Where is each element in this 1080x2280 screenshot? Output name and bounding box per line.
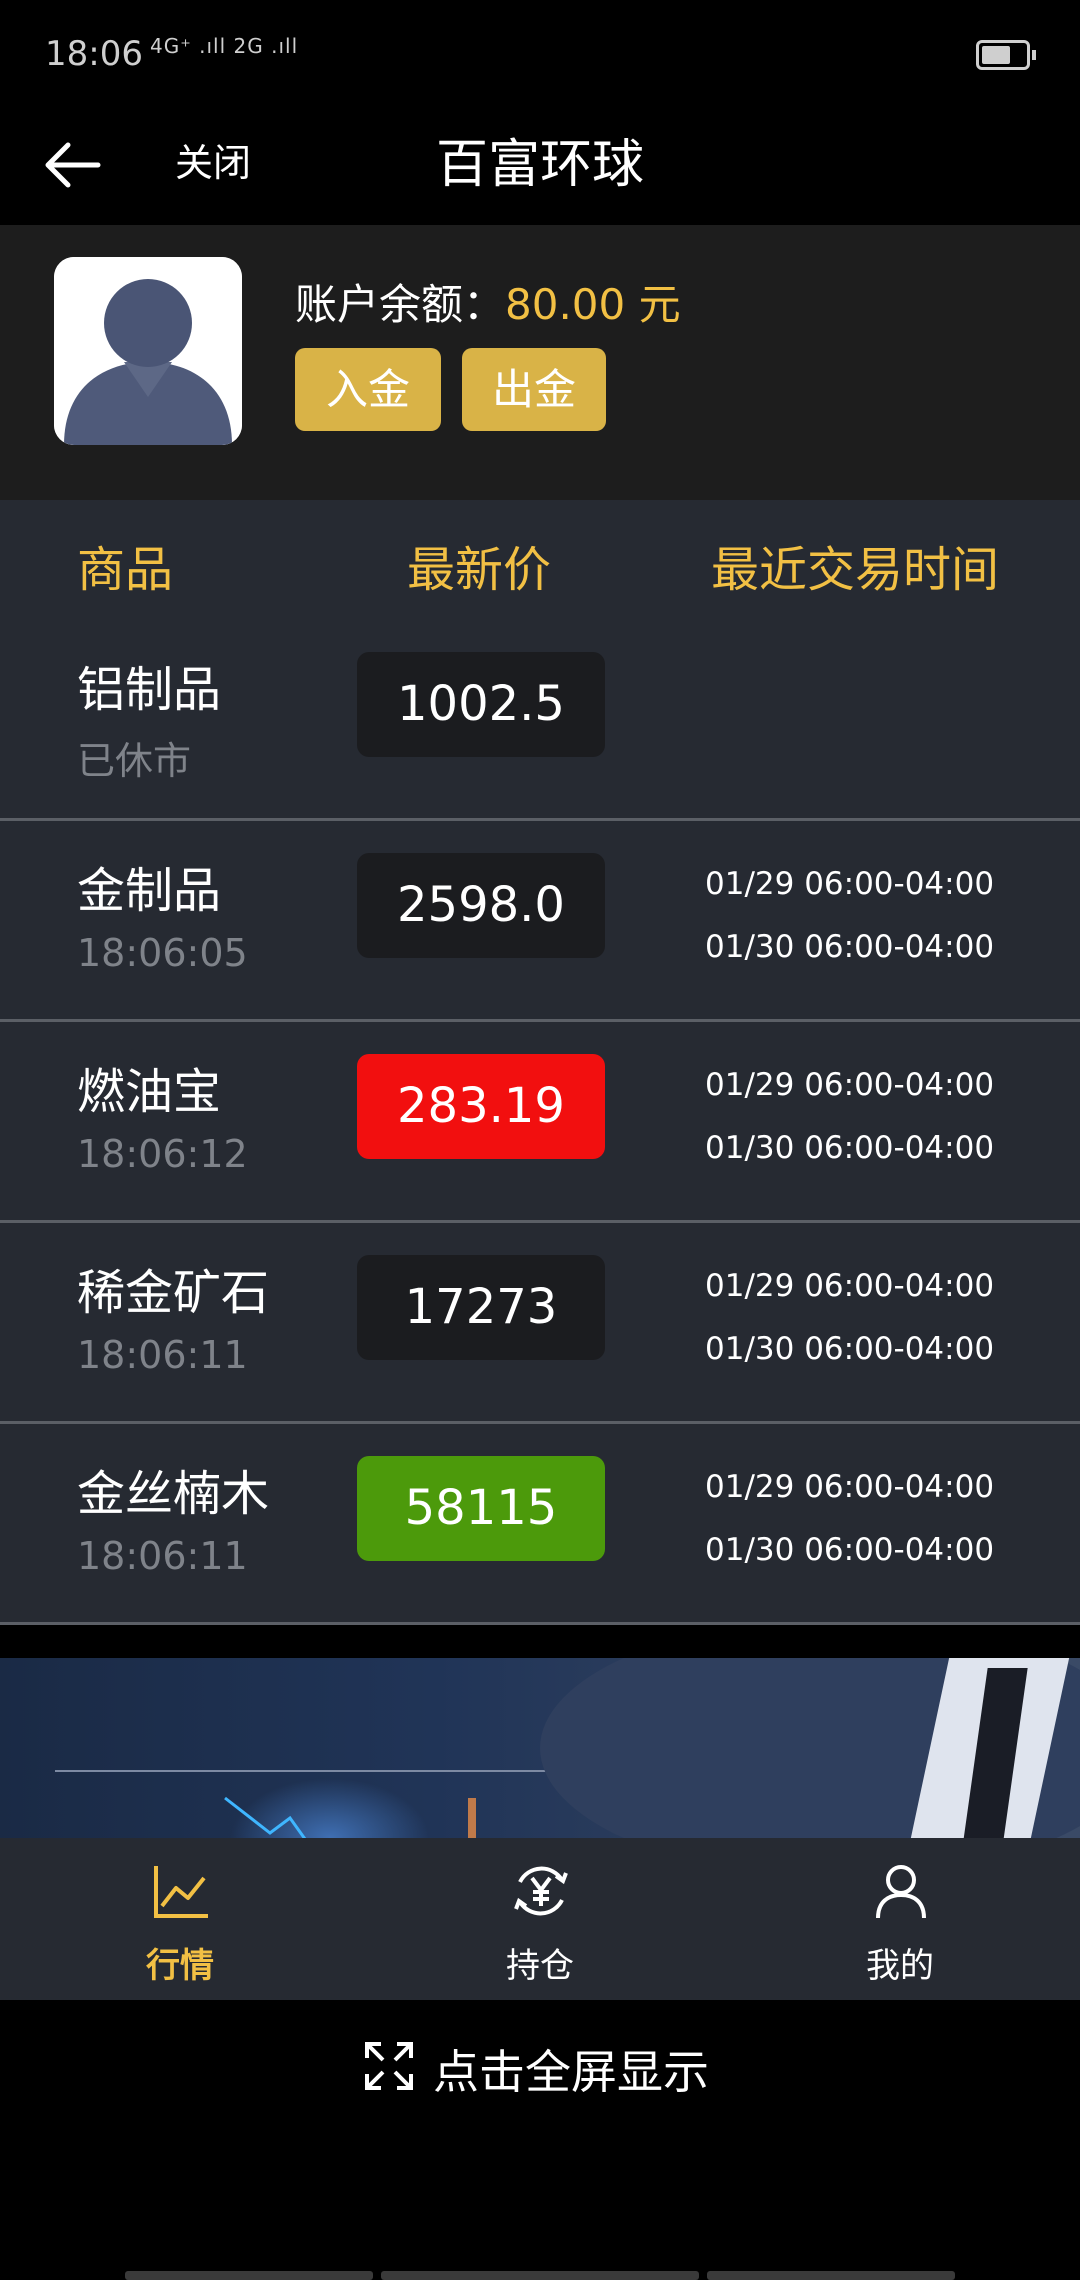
battery-icon bbox=[976, 40, 1036, 70]
balance-label: 账户余额： bbox=[295, 280, 506, 329]
tab-profile[interactable]: 我的 bbox=[720, 1838, 1080, 2000]
price-badge: 1002.5 bbox=[357, 652, 605, 757]
bottom-tab-bar: 行情 持仓 我的 bbox=[0, 1838, 1080, 2000]
product-name: 稀金矿石 bbox=[77, 1265, 270, 1321]
expand-icon bbox=[363, 2040, 415, 2092]
product-name: 金制品 bbox=[77, 863, 222, 919]
balance-text: 账户余额：80.00 元 bbox=[295, 271, 681, 332]
signal-icon: 4G⁺ .ıll 2G .ıll bbox=[150, 34, 299, 58]
price-badge: 58115 bbox=[357, 1456, 605, 1561]
tab-label: 我的 bbox=[866, 1946, 934, 1986]
nav-bar: 关闭 百富环球 bbox=[0, 110, 1080, 225]
deposit-button[interactable]: 入金 bbox=[295, 348, 441, 431]
user-icon bbox=[870, 1860, 932, 1922]
price-badge: 2598.0 bbox=[357, 853, 605, 958]
table-row[interactable]: 稀金矿石 18:06:11 17273 01/29 06:00-04:00 01… bbox=[0, 1223, 1080, 1424]
trade-time-1: 01/29 06:00-04:00 bbox=[705, 1268, 995, 1304]
gesture-bar bbox=[125, 2271, 955, 2280]
trade-time-2: 01/30 06:00-04:00 bbox=[705, 1532, 995, 1568]
fullscreen-label: 点击全屏显示 bbox=[433, 2045, 709, 2099]
table-header: 商品 最新价 最近交易时间 bbox=[0, 500, 1080, 623]
tab-market[interactable]: 行情 bbox=[0, 1838, 360, 2000]
tab-label: 行情 bbox=[146, 1946, 214, 1986]
column-header-price: 最新价 bbox=[407, 542, 552, 598]
product-update-time: 18:06:05 bbox=[77, 931, 248, 975]
page-title: 百富环球 bbox=[435, 135, 644, 195]
avatar bbox=[54, 257, 242, 445]
trade-time-2: 01/30 06:00-04:00 bbox=[705, 1130, 995, 1166]
trade-time-1: 01/29 06:00-04:00 bbox=[705, 866, 995, 902]
product-name: 铝制品 bbox=[77, 662, 222, 718]
product-name: 燃油宝 bbox=[77, 1064, 222, 1120]
trade-time-1: 01/29 06:00-04:00 bbox=[705, 1469, 995, 1505]
yen-exchange-icon bbox=[510, 1860, 572, 1922]
product-status: 已休市 bbox=[77, 739, 192, 783]
promo-banner[interactable] bbox=[0, 1658, 1080, 1838]
product-update-time: 18:06:11 bbox=[77, 1333, 248, 1377]
account-panel: 账户余额：80.00 元 入金 出金 bbox=[0, 225, 1080, 500]
product-update-time: 18:06:11 bbox=[77, 1534, 248, 1578]
table-row[interactable]: 铝制品 已休市 1002.5 bbox=[0, 620, 1080, 821]
chart-line-icon bbox=[150, 1860, 212, 1922]
product-name: 金丝楠木 bbox=[77, 1466, 270, 1522]
balance-value: 80.00 元 bbox=[505, 280, 681, 329]
table-row[interactable]: 燃油宝 18:06:12 283.19 01/29 06:00-04:00 01… bbox=[0, 1022, 1080, 1223]
trade-time-1: 01/29 06:00-04:00 bbox=[705, 1067, 995, 1103]
product-update-time: 18:06:12 bbox=[77, 1132, 248, 1176]
column-header-trade-time: 最近交易时间 bbox=[711, 542, 1000, 598]
trade-time-2: 01/30 06:00-04:00 bbox=[705, 929, 995, 965]
trade-time-2: 01/30 06:00-04:00 bbox=[705, 1331, 995, 1367]
tab-label: 持仓 bbox=[506, 1946, 574, 1986]
status-time: 18:06 bbox=[45, 34, 143, 74]
price-badge: 17273 bbox=[357, 1255, 605, 1360]
status-bar: 18:06 4G⁺ .ıll 2G .ıll bbox=[0, 0, 1080, 110]
column-header-product: 商品 bbox=[77, 542, 174, 598]
table-row[interactable]: 金丝楠木 18:06:11 58115 01/29 06:00-04:00 01… bbox=[0, 1424, 1080, 1625]
withdraw-button[interactable]: 出金 bbox=[462, 348, 606, 431]
fullscreen-toggle[interactable]: 点击全屏显示 bbox=[0, 2000, 1080, 2130]
price-badge: 283.19 bbox=[357, 1054, 605, 1159]
tab-positions[interactable]: 持仓 bbox=[360, 1838, 720, 2000]
table-row[interactable]: 金制品 18:06:05 2598.0 01/29 06:00-04:00 01… bbox=[0, 821, 1080, 1022]
